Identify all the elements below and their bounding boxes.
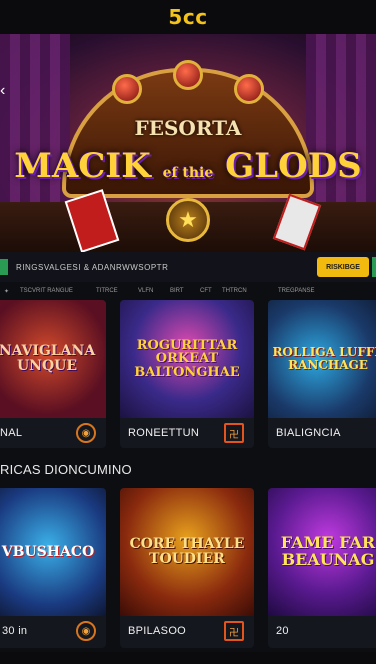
game-art: VBUSHACO <box>0 488 106 616</box>
game-art: ROGURITTAR ORKEAT BALTONGHAE <box>120 300 254 418</box>
game-name: BPILASOO <box>128 625 187 637</box>
section-title: RICAS DIONCUMINO <box>0 462 132 477</box>
orb-icon <box>112 74 142 104</box>
hero-subtitle: FESORTA <box>134 116 242 140</box>
game-art: FAME FAR BEAUNAG <box>268 488 376 616</box>
game-art-title: CORE THAYLE TOUDIER <box>129 536 245 567</box>
brand-logo[interactable]: 5cc <box>168 5 207 29</box>
coin-icon[interactable]: ◉ <box>76 621 96 641</box>
hero-title-main: MACIK <box>14 146 151 186</box>
castle-icon[interactable]: 卍 <box>224 423 244 443</box>
star-medal-icon: ★ <box>166 198 210 242</box>
game-info-bar: BIALIGNCIA <box>268 418 376 448</box>
hero-banner[interactable]: ‹ FESORTA MACIK ef thie GLODS ★ <box>0 34 376 252</box>
game-art-title: VBUSHACO <box>1 543 95 560</box>
tag-item[interactable]: TSCVRIT RANGUE <box>20 288 73 294</box>
bottom-nav <box>0 652 376 664</box>
game-name: 20 <box>276 625 289 637</box>
game-info-bar: 20 <box>268 616 376 648</box>
game-info-bar: 30 in ◉ <box>0 616 106 648</box>
game-tile[interactable]: FAME FAR BEAUNAG 20 <box>268 488 376 648</box>
game-name: NAL <box>0 427 23 439</box>
game-art: CORE THAYLE TOUDIER <box>120 488 254 616</box>
game-tile[interactable]: VBUSHACO 30 in ◉ <box>0 488 106 648</box>
tag-item[interactable]: THTRCN <box>222 288 247 294</box>
hero-title-mid: ef thie <box>162 165 214 181</box>
jackpot-icon <box>0 259 8 275</box>
tag-item[interactable]: CFT <box>200 288 212 294</box>
game-name: BIALIGNCIA <box>276 427 341 439</box>
game-tile[interactable]: NAVIGLANA UNQUE NAL ◉ <box>0 300 106 448</box>
back-arrow-icon[interactable]: ‹ <box>0 82 5 100</box>
jackpot-edge <box>372 257 376 277</box>
game-tile[interactable]: CORE THAYLE TOUDIER BPILASOO 卍 <box>120 488 254 648</box>
game-art-title: ROLLIGA LUFFE RANCHAGE <box>272 345 376 372</box>
hero-title: MACIK ef thie GLODS <box>0 146 376 186</box>
tag-item[interactable]: TREGPANSE <box>278 288 315 294</box>
game-tile[interactable]: ROLLIGA LUFFE RANCHAGE BIALIGNCIA <box>268 300 376 448</box>
tag-item[interactable]: TITRCE <box>96 288 118 294</box>
orb-icon <box>173 60 203 90</box>
person-icon: ✦ <box>4 289 10 295</box>
game-art-title: FAME FAR BEAUNAG <box>280 533 376 569</box>
jackpot-text: RINGSVALGESI & ADANRWWSOPTR <box>16 263 169 272</box>
game-tile[interactable]: ROGURITTAR ORKEAT BALTONGHAE RONEETTUN 卍 <box>120 300 254 448</box>
jackpot-button[interactable]: RISKIBGE <box>317 257 369 277</box>
game-info-bar: RONEETTUN 卍 <box>120 418 254 448</box>
castle-icon[interactable]: 卍 <box>224 621 244 641</box>
game-name: RONEETTUN <box>128 427 200 439</box>
game-art-title: NAVIGLANA UNQUE <box>0 343 96 374</box>
game-art: NAVIGLANA UNQUE <box>0 300 106 418</box>
hero-title-end: GLODS <box>225 146 362 186</box>
orb-icon <box>234 74 264 104</box>
game-info-bar: BPILASOO 卍 <box>120 616 254 648</box>
game-art-title: ROGURITTAR ORKEAT BALTONGHAE <box>134 337 240 380</box>
jackpot-strip: RINGSVALGESI & ADANRWWSOPTR RISKIBGE <box>0 252 376 282</box>
category-tag-row: ✦ TSCVRIT RANGUE TITRCE VLFN BIRT CFT TH… <box>0 284 376 298</box>
tag-item[interactable]: VLFN <box>138 288 153 294</box>
tag-item[interactable]: BIRT <box>170 288 184 294</box>
game-art: ROLLIGA LUFFE RANCHAGE <box>268 300 376 418</box>
game-info-bar: NAL ◉ <box>0 418 106 448</box>
top-bar: 5cc <box>0 0 376 34</box>
coin-icon[interactable]: ◉ <box>76 423 96 443</box>
game-name: 30 in <box>2 625 28 637</box>
